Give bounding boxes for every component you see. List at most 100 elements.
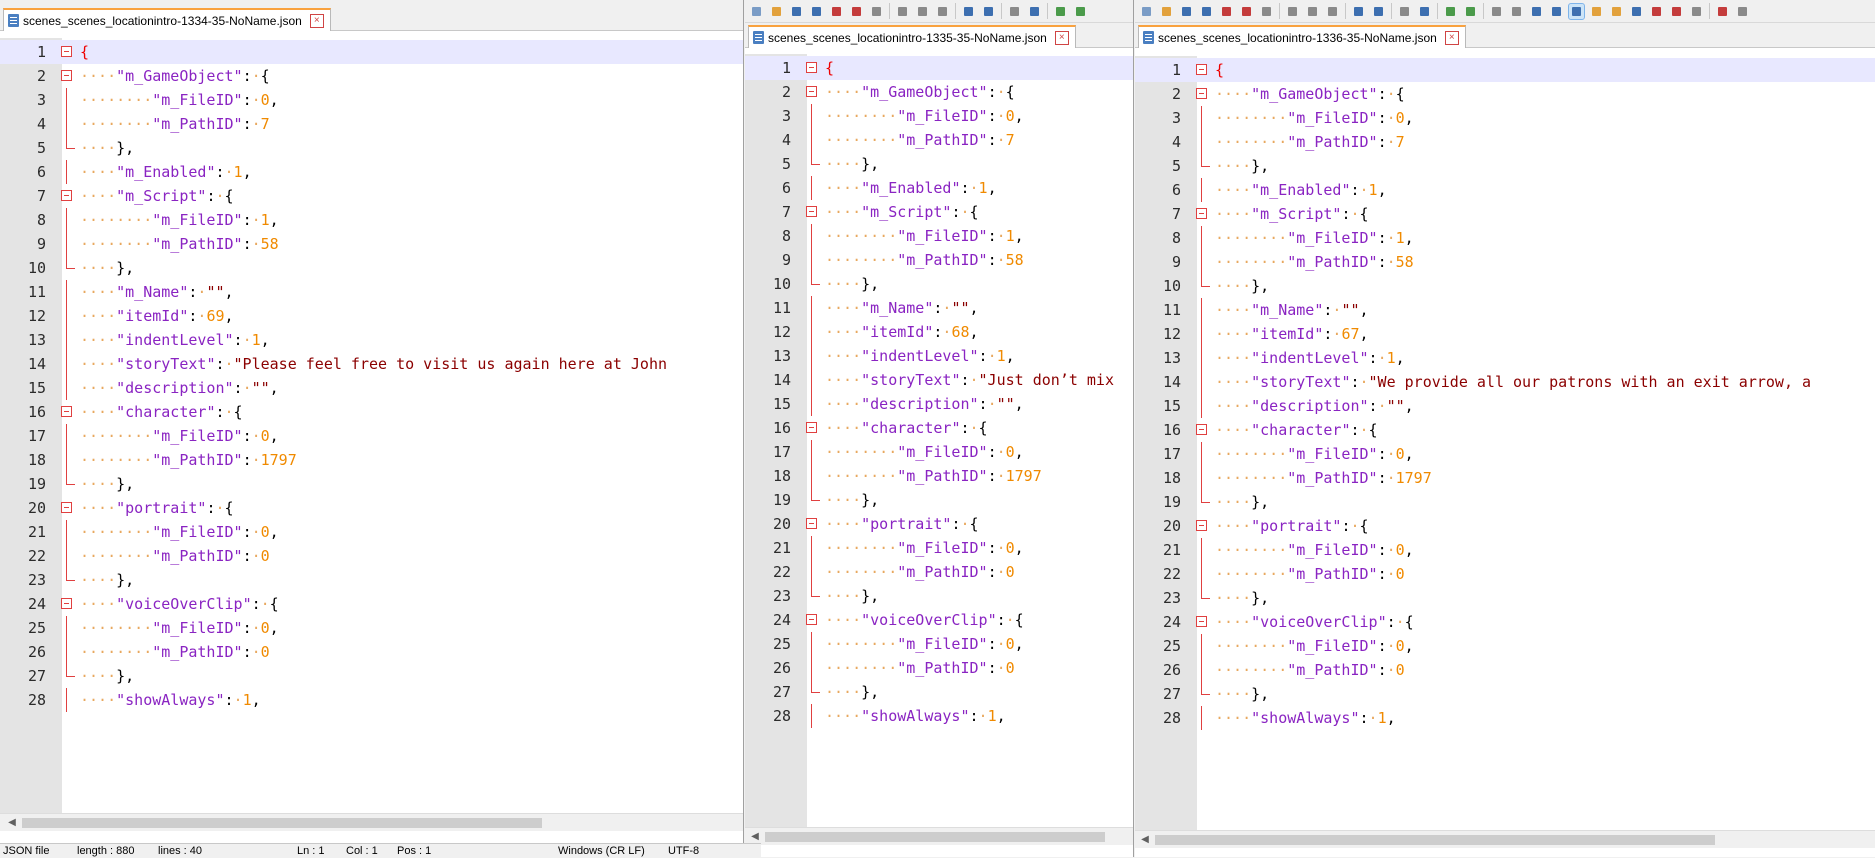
code-line[interactable]: 20 ····"portrait":·{ — [745, 512, 1133, 536]
code-line[interactable]: 5 ····}, — [745, 152, 1133, 176]
code-line[interactable]: 19 ····}, — [745, 488, 1133, 512]
undo-icon[interactable] — [961, 4, 976, 19]
code-line[interactable]: 23 ····}, — [0, 568, 743, 592]
code-line[interactable]: 9 ········"m_PathID":·58 — [1135, 250, 1875, 274]
code-line[interactable]: 24 ····"voiceOverClip":·{ — [1135, 610, 1875, 634]
fold-toggle-icon[interactable] — [61, 502, 72, 513]
file-tab[interactable]: scenes_scenes_locationintro-1334-35-NoNa… — [3, 8, 331, 31]
find-icon[interactable] — [1007, 4, 1022, 19]
code-line[interactable]: 27 ····}, — [0, 664, 743, 688]
code-line[interactable]: 2 ····"m_GameObject":·{ — [1135, 82, 1875, 106]
code-line[interactable]: 28 ····"showAlways":·1, — [745, 704, 1133, 728]
code-line[interactable]: 9 ········"m_PathID":·58 — [0, 232, 743, 256]
fold-toggle-icon[interactable] — [806, 206, 817, 217]
code-line[interactable]: 15 ····"description":·"", — [1135, 394, 1875, 418]
save-all-icon[interactable] — [1199, 4, 1214, 19]
code-line[interactable]: 19 ····}, — [0, 472, 743, 496]
fold-toggle-icon[interactable] — [1196, 424, 1207, 435]
code-line[interactable]: 4 ········"m_PathID":·7 — [0, 112, 743, 136]
code-line[interactable]: 1{ — [745, 56, 1133, 80]
code-line[interactable]: 12 ····"itemId":·67, — [1135, 322, 1875, 346]
fold-toggle-icon[interactable] — [61, 70, 72, 81]
fold-toggle-icon[interactable] — [1196, 616, 1207, 627]
code-line[interactable]: 20 ····"portrait":·{ — [0, 496, 743, 520]
new-file-icon[interactable] — [749, 4, 764, 19]
close-icon[interactable] — [829, 4, 844, 19]
code-line[interactable]: 17 ········"m_FileID":·0, — [0, 424, 743, 448]
scrollbar-thumb[interactable] — [1155, 835, 1715, 845]
code-line[interactable]: 8 ········"m_FileID":·1, — [0, 208, 743, 232]
code-line[interactable]: 22 ········"m_PathID":·0 — [0, 544, 743, 568]
code-line[interactable]: 9 ········"m_PathID":·58 — [745, 248, 1133, 272]
zoom-out-icon[interactable] — [1463, 4, 1478, 19]
code-line[interactable]: 1{ — [1135, 58, 1875, 82]
doc-map-icon[interactable] — [1609, 4, 1624, 19]
code-line[interactable]: 16 ····"character":·{ — [1135, 418, 1875, 442]
code-line[interactable]: 11 ····"m_Name":·"", — [745, 296, 1133, 320]
fold-toggle-icon[interactable] — [1196, 520, 1207, 531]
code-line[interactable]: 17 ········"m_FileID":·0, — [745, 440, 1133, 464]
code-line[interactable]: 5 ····}, — [0, 136, 743, 160]
code-line[interactable]: 10 ····}, — [0, 256, 743, 280]
code-line[interactable]: 11 ····"m_Name":·"", — [1135, 298, 1875, 322]
indent-guide-icon[interactable] — [1568, 2, 1585, 20]
show-all-chars-icon[interactable] — [1549, 4, 1564, 19]
code-line[interactable]: 21 ········"m_FileID":·0, — [1135, 538, 1875, 562]
code-line[interactable]: 26 ········"m_PathID":·0 — [745, 656, 1133, 680]
copy-icon[interactable] — [915, 4, 930, 19]
fold-toggle-icon[interactable] — [61, 598, 72, 609]
code-line[interactable]: 13 ····"indentLevel":·1, — [1135, 346, 1875, 370]
find-icon[interactable] — [1397, 4, 1412, 19]
horizontal-scrollbar[interactable]: ◀ — [745, 827, 1133, 845]
zoom-in-icon[interactable] — [1443, 4, 1458, 19]
fold-toggle-icon[interactable] — [1196, 208, 1207, 219]
code-line[interactable]: 11 ····"m_Name":·"", — [0, 280, 743, 304]
close-tab-icon[interactable]: × — [1054, 30, 1069, 45]
code-line[interactable]: 21 ········"m_FileID":·0, — [745, 536, 1133, 560]
udl-icon[interactable] — [1589, 4, 1604, 19]
code-line[interactable]: 14 ····"storyText":·"Please feel free to … — [0, 352, 743, 376]
stop-macro-icon[interactable] — [1735, 4, 1750, 19]
code-editor[interactable]: 1{2 ····"m_GameObject":·{3 ········"m_File… — [1135, 56, 1875, 830]
code-line[interactable]: 13 ····"indentLevel":·1, — [745, 344, 1133, 368]
copy-icon[interactable] — [1305, 4, 1320, 19]
redo-icon[interactable] — [981, 4, 996, 19]
code-line[interactable]: 4 ········"m_PathID":·7 — [745, 128, 1133, 152]
code-line[interactable]: 12 ····"itemId":·68, — [745, 320, 1133, 344]
code-line[interactable]: 25 ········"m_FileID":·0, — [1135, 634, 1875, 658]
save-all-icon[interactable] — [809, 4, 824, 19]
code-line[interactable]: 13 ····"indentLevel":·1, — [0, 328, 743, 352]
paste-icon[interactable] — [935, 4, 950, 19]
scrollbar-thumb[interactable] — [765, 832, 1105, 842]
code-line[interactable]: 18 ········"m_PathID":·1797 — [1135, 466, 1875, 490]
fold-toggle-icon[interactable] — [1196, 88, 1207, 99]
code-line[interactable]: 7 ····"m_Script":·{ — [1135, 202, 1875, 226]
code-line[interactable]: 25 ········"m_FileID":·0, — [745, 632, 1133, 656]
close-tab-icon[interactable]: × — [1444, 30, 1459, 45]
monitoring-icon[interactable] — [1669, 4, 1684, 19]
code-line[interactable]: 10 ····}, — [1135, 274, 1875, 298]
code-line[interactable]: 28 ····"showAlways":·1, — [0, 688, 743, 712]
open-file-icon[interactable] — [1159, 4, 1174, 19]
code-line[interactable]: 26 ········"m_PathID":·0 — [1135, 658, 1875, 682]
file-tab[interactable]: scenes_scenes_locationintro-1336-35-NoNa… — [1138, 25, 1466, 48]
code-line[interactable]: 27 ····}, — [745, 680, 1133, 704]
open-file-icon[interactable] — [769, 4, 784, 19]
fold-toggle-icon[interactable] — [61, 190, 72, 201]
code-line[interactable]: 18 ········"m_PathID":·1797 — [745, 464, 1133, 488]
code-line[interactable]: 26 ········"m_PathID":·0 — [0, 640, 743, 664]
code-line[interactable]: 21 ········"m_FileID":·0, — [0, 520, 743, 544]
code-line[interactable]: 16 ····"character":·{ — [745, 416, 1133, 440]
code-line[interactable]: 22 ········"m_PathID":·0 — [745, 560, 1133, 584]
code-line[interactable]: 16 ····"character":·{ — [0, 400, 743, 424]
replace-icon[interactable] — [1417, 4, 1432, 19]
save-icon[interactable] — [789, 4, 804, 19]
scrollbar-thumb[interactable] — [22, 818, 542, 828]
code-editor[interactable]: 1{2 ····"m_GameObject":·{3 ········"m_File… — [745, 54, 1133, 827]
code-line[interactable]: 12 ····"itemId":·69, — [0, 304, 743, 328]
code-line[interactable]: 4 ········"m_PathID":·7 — [1135, 130, 1875, 154]
zoom-out-icon[interactable] — [1073, 4, 1088, 19]
code-line[interactable]: 8 ········"m_FileID":·1, — [1135, 226, 1875, 250]
code-line[interactable]: 20 ····"portrait":·{ — [1135, 514, 1875, 538]
scroll-left-icon[interactable]: ◀ — [1137, 831, 1153, 848]
